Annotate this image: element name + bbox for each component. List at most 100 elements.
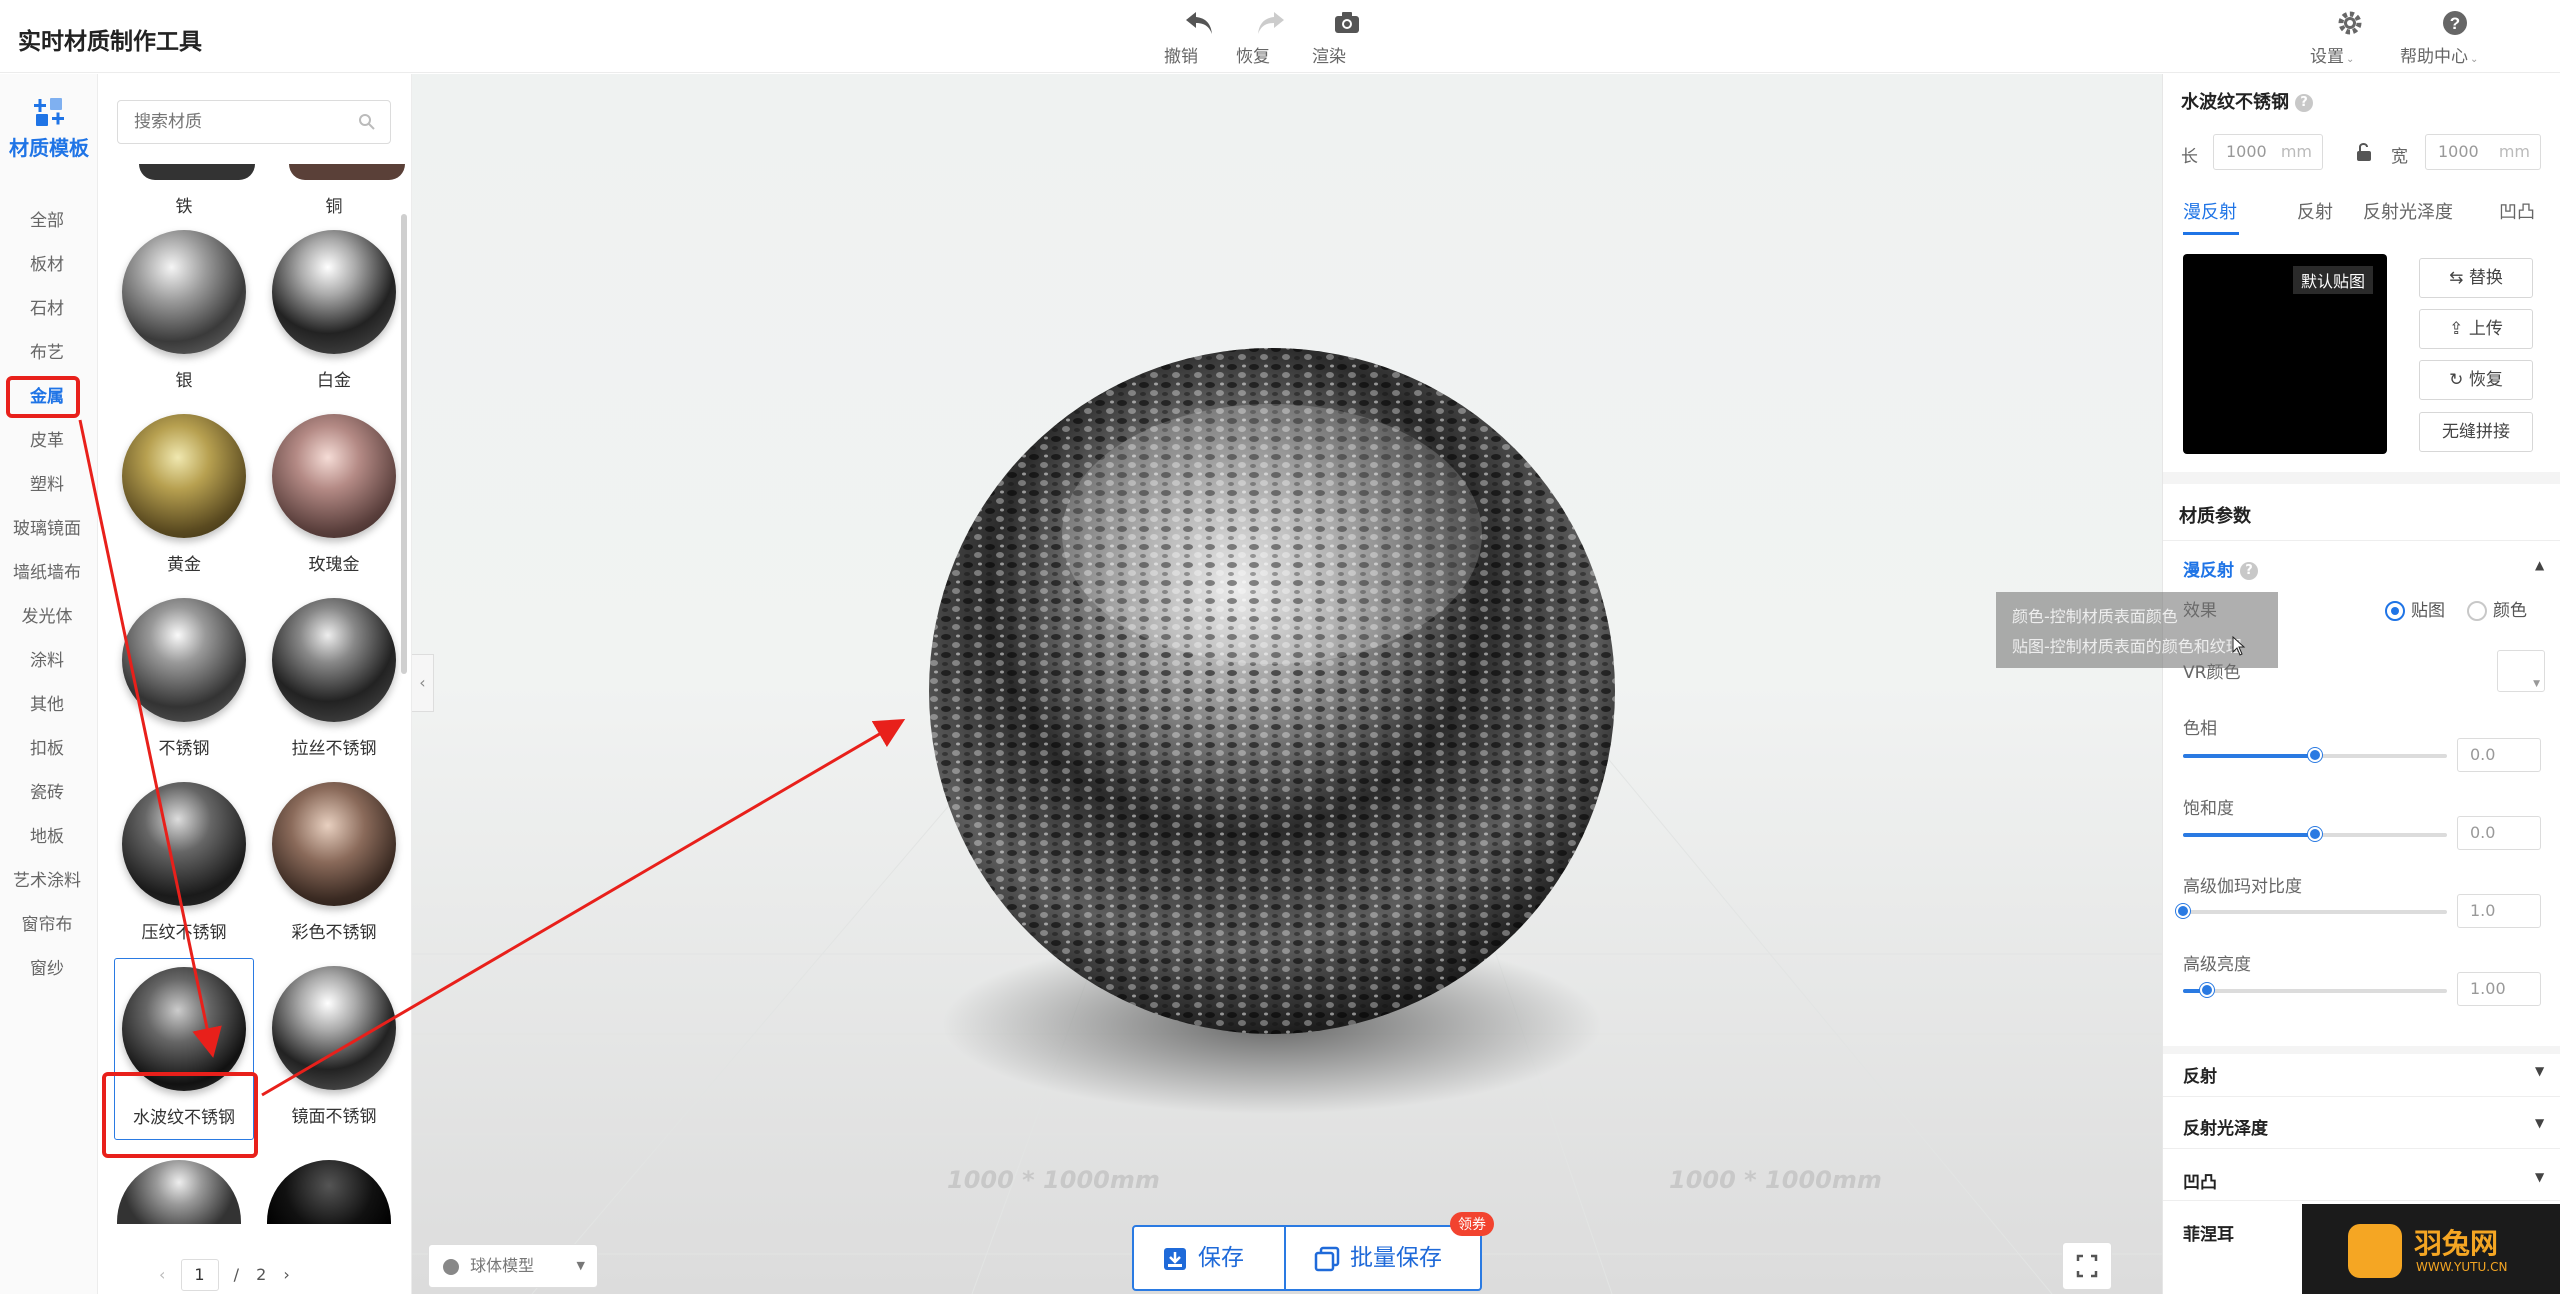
slider-knob[interactable] [2308,748,2322,762]
category-item[interactable]: 玻璃镜面 [0,512,94,546]
sphere-icon [443,1258,459,1275]
help-icon[interactable]: ? [2295,94,2313,112]
length-input[interactable]: 1000 mm [2213,134,2323,170]
category-item[interactable]: 窗帘布 [0,908,94,942]
slider-knob[interactable] [2308,827,2322,841]
undo-button[interactable]: 撤销 [1164,6,1234,68]
help-icon[interactable]: ? [2240,562,2258,580]
material-card[interactable]: 镜面不锈钢 [264,958,404,1140]
material-card[interactable]: 黄金 [114,406,254,588]
radio-texture[interactable]: 贴图 [2385,596,2445,621]
brightness-slider[interactable] [2183,983,2447,997]
rabbit-logo-icon [2348,1224,2402,1278]
category-item[interactable]: 石材 [0,292,94,326]
hue-slider[interactable] [2183,748,2447,762]
page-number-input[interactable]: 1 [180,1259,219,1291]
category-item[interactable]: 塑料 [0,468,94,502]
next-page-button[interactable]: › [283,1265,289,1284]
model-select[interactable]: 球体模型 ▼ [428,1244,598,1288]
material-card[interactable]: 银 [114,222,254,404]
width-input[interactable]: 1000 mm [2425,134,2541,170]
template-icon [34,98,64,126]
material-card[interactable]: 彩色不锈钢 [264,774,404,956]
category-item[interactable]: 布艺 [0,336,94,370]
help-center-button[interactable]: ? 帮助中心 ⌄ [2400,6,2510,68]
category-item[interactable]: 其他 [0,688,94,722]
3d-viewport[interactable]: 1000 * 1000mm 1000 * 1000mm ‹ 球体模型 ▼ 保存 … [412,74,2162,1294]
material-thumb-partial [117,1160,241,1224]
texture-preview: 默认贴图 [2183,254,2387,454]
render-button[interactable]: 渲染 [1312,6,1382,68]
fresnel-section-header[interactable]: 菲涅耳 [2183,1220,2234,1245]
saturation-value-input[interactable]: 0.0 [2457,816,2541,850]
vr-color-swatch[interactable]: ▼ [2497,650,2545,692]
material-template-header[interactable]: 材质模板 [0,94,98,161]
replace-button[interactable]: ⇆ 替换 [2419,258,2533,298]
hue-value-input[interactable]: 0.0 [2457,738,2541,772]
material-thumbnail [272,230,396,354]
category-item[interactable]: 全部 [0,204,94,238]
gamma-slider[interactable] [2176,904,2447,918]
collapse-panel-button[interactable]: ‹ [412,654,434,712]
category-item[interactable]: 地板 [0,820,94,854]
material-name-label[interactable]: 铁 [114,192,254,217]
material-search-input[interactable] [117,100,391,144]
settings-button[interactable]: 设置 ⌄ [2310,6,2390,68]
material-card[interactable]: 压纹不锈钢 [114,774,254,956]
category-item[interactable]: 板材 [0,248,94,282]
brightness-value-input[interactable]: 1.00 [2457,972,2541,1006]
category-item[interactable]: 皮革 [0,424,94,458]
bump-section-header[interactable]: 凹凸 ▼ [2183,1168,2544,1193]
gamma-value-input[interactable]: 1.0 [2457,894,2541,928]
category-item[interactable]: 墙纸墙布 [0,556,94,590]
chevron-down-icon: ▼ [2535,1170,2545,1184]
material-thumbnail [272,598,396,722]
material-card[interactable]: 白金 [264,222,404,404]
material-thumb-partial [139,164,255,180]
category-rail: 材质模板 全部 板材 石材 布艺 金属 皮革 塑料 玻璃镜面 墙纸墙布 发光体 涂料 其他 扣板 瓷砖 地板… [0,74,98,1294]
tab-bump[interactable]: 凹凸 [2499,198,2535,224]
material-thumbnail [122,230,246,354]
slider-knob[interactable] [2176,904,2190,918]
tab-reflection[interactable]: 反射 [2297,198,2333,224]
caret-down-icon: ▼ [2533,679,2540,689]
radio-color[interactable]: 颜色 [2467,596,2527,621]
app-window: 实时材质制作工具 撤销 恢复 渲染 设置 ⌄ ? 帮助中心 ⌄ 材质模板 全部 … [0,0,2560,1294]
material-card[interactable]: 不锈钢 [114,590,254,772]
divider [2163,540,2560,541]
tab-glossiness[interactable]: 反射光泽度 [2363,198,2453,224]
category-item[interactable]: 艺术涂料 [0,864,94,898]
category-item[interactable]: 瓷砖 [0,776,94,810]
tab-diffuse[interactable]: 漫反射 [2183,198,2237,224]
coupon-badge[interactable]: 领券 [1450,1212,1494,1236]
category-item[interactable]: 发光体 [0,600,94,634]
restore-button[interactable]: ↻ 恢复 [2419,360,2533,400]
category-item[interactable]: 涂料 [0,644,94,678]
category-item[interactable]: 扣板 [0,732,94,766]
category-item[interactable]: 窗纱 [0,952,94,986]
material-card[interactable]: 拉丝不锈钢 [264,590,404,772]
upload-button[interactable]: ⇪ 上传 [2419,309,2533,349]
unlock-icon[interactable] [2355,142,2373,162]
reflection-section-header[interactable]: 反射 ▼ [2183,1062,2544,1087]
saturation-slider[interactable] [2183,827,2447,841]
material-thumbnail [122,414,246,538]
prev-page-button[interactable]: ‹ [159,1265,165,1284]
seamless-button[interactable]: 无缝拼接 [2419,412,2533,452]
params-title: 材质参数 [2179,506,2251,527]
page-separator: / [233,1265,239,1284]
batch-save-button[interactable]: 批量保存 [1314,1227,1442,1289]
material-list-scrollbar[interactable] [401,214,407,674]
material-card[interactable]: 玫瑰金 [264,406,404,588]
diffuse-section-header[interactable]: 漫反射? ▲ [2183,556,2544,581]
material-name-label[interactable]: 铜 [264,192,404,217]
redo-button[interactable]: 恢复 [1236,6,1306,68]
saturation-label: 饱和度 [2183,799,2234,819]
save-button[interactable]: 保存 [1162,1227,1244,1289]
section-divider [2163,1046,2560,1054]
pagination: ‹ 1 / 2 › [159,1259,290,1291]
slider-knob[interactable] [2199,983,2214,997]
fullscreen-button[interactable] [2062,1242,2112,1290]
top-toolbar: 实时材质制作工具 撤销 恢复 渲染 设置 ⌄ ? 帮助中心 ⌄ [0,0,2560,73]
glossiness-section-header[interactable]: 反射光泽度 ▼ [2183,1114,2544,1139]
